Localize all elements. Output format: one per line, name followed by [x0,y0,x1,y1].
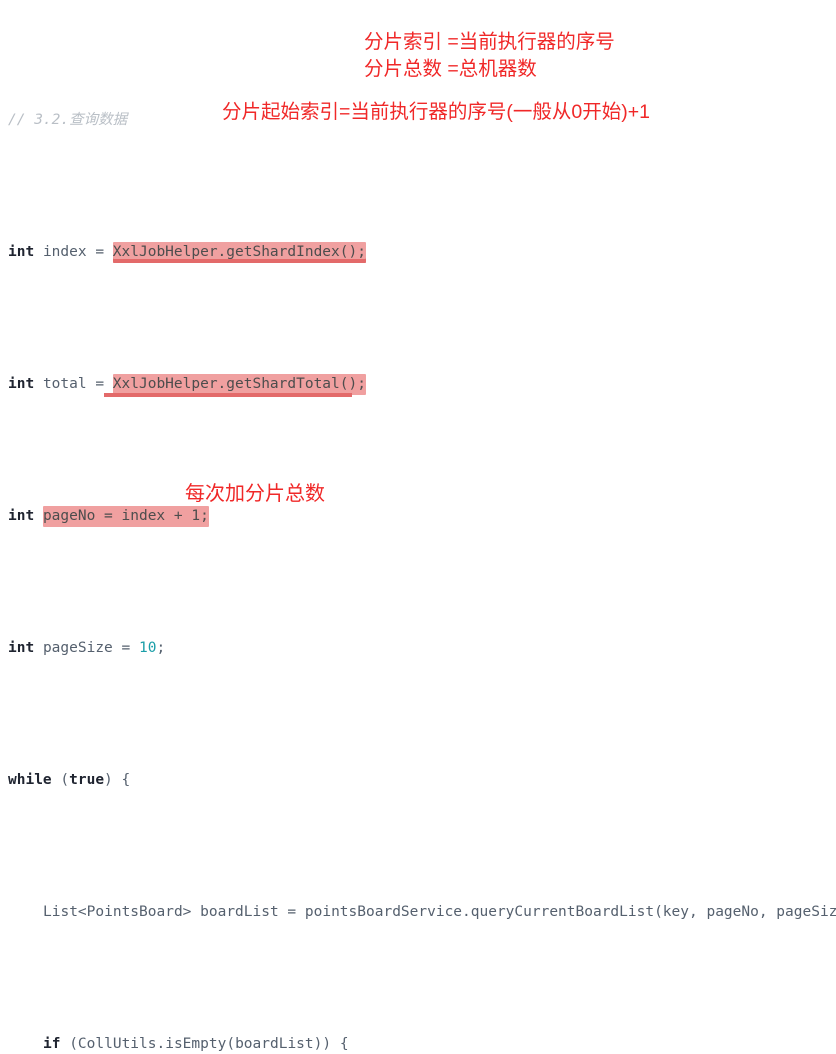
if-condition: (CollUtils.isEmpty(boardList)) { [60,1035,349,1052]
semicolon: ; [156,639,166,656]
keyword-while: while [8,771,52,788]
code-line: int total = XxlJobHelper.getShardTotal()… [0,371,836,397]
annotation-shard-index: 分片索引 =当前执行器的序号 [364,31,615,53]
paren-close-brace: ) { [104,771,131,788]
highlight-page-no-init: pageNo = index + 1; [42,505,209,527]
code-screenshot-root: // 3.2.查询数据 int index = XxlJobHelper.get… [0,0,836,1052]
code-line: int index = XxlJobHelper.getShardIndex()… [0,239,836,265]
annotation-shard-total: 分片总数 =总机器数 [364,58,537,80]
keyword-if: if [43,1035,61,1052]
code-line: int pageSize = 10; [0,635,836,661]
identifier-index: index [42,243,87,260]
code-line: while (true) { [0,767,836,793]
identifier-page-size: pageSize [42,639,113,656]
assign-operator: = [112,639,139,656]
keyword-int: int [8,639,35,656]
keyword-int: int [8,375,35,392]
code-block: // 3.2.查询数据 int index = XxlJobHelper.get… [0,0,836,1054]
number-literal-10: 10 [138,639,157,656]
statement-query-board-list: List<PointsBoard> boardList = pointsBoar… [43,903,836,920]
annotation-start-index: 分片起始索引=当前执行器的序号(一般从0开始)+1 [222,101,650,123]
assign-operator: = [86,375,113,392]
annotation-page-add: 每次加分片总数 [185,483,325,505]
keyword-true: true [69,771,105,788]
highlight-get-shard-total: XxlJobHelper.getShardTotal(); [112,373,366,395]
code-line: List<PointsBoard> boardList = pointsBoar… [0,899,836,925]
underline-bar-shard-total [104,392,352,397]
keyword-int: int [8,243,35,260]
assign-operator: = [86,243,113,260]
code-comment: // 3.2.查询数据 [8,111,128,128]
code-line: int pageNo = index + 1; [0,503,836,529]
keyword-int: int [8,507,35,524]
highlight-get-shard-index: XxlJobHelper.getShardIndex(); [112,241,366,263]
identifier-total: total [42,375,87,392]
code-line: if (CollUtils.isEmpty(boardList)) { [0,1031,836,1054]
paren-open: ( [51,771,70,788]
